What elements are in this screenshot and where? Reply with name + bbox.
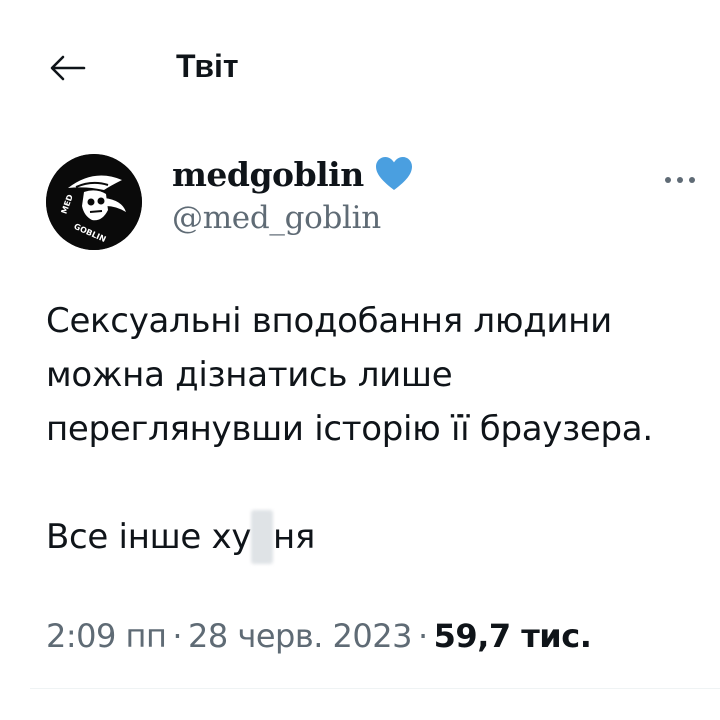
meta-separator: · [417, 617, 428, 655]
censored-letter: й [251, 510, 273, 564]
page-title: Твіт [176, 48, 239, 84]
tweet-paragraph-gap [46, 456, 706, 510]
avatar[interactable]: MED GOBLIN [46, 154, 142, 250]
tweet-date[interactable]: 28 черв. 2023 [188, 617, 412, 655]
heart-verified-icon[interactable] [374, 155, 414, 193]
author-handle[interactable]: @med_goblin [172, 200, 572, 236]
author-block: medgoblin @med_goblin [172, 152, 572, 236]
back-button[interactable] [40, 40, 96, 96]
tweet-views[interactable]: 59,7 тис. [434, 617, 592, 655]
tweet-line-1: Сексуальні вподобання людини [46, 301, 612, 341]
arrow-left-icon [50, 55, 86, 81]
divider [30, 688, 720, 689]
tweet-line-4: Все інше хуйня [46, 510, 706, 564]
author-name-row: medgoblin [172, 152, 572, 196]
more-horizontal-icon [665, 177, 695, 183]
tweet-line-4-prefix: Все інше ху [46, 517, 252, 557]
meta-separator: · [172, 617, 183, 655]
tweet-line-3: переглянувши історію її браузера. [46, 409, 653, 449]
tweet-time[interactable]: 2:09 пп [46, 617, 167, 655]
top-bar: Твіт [0, 0, 720, 130]
tweet-line-4-suffix: ня [273, 517, 316, 557]
author-display-name[interactable]: medgoblin [172, 155, 364, 194]
goblin-logo-icon: MED GOBLIN [46, 154, 142, 250]
more-options-button[interactable] [656, 162, 704, 198]
tweet-line-2: можна дізнатись лише [46, 355, 453, 395]
tweet-meta: 2:09 пп · 28 черв. 2023 · 59,7 тис. [46, 612, 706, 660]
tweet-text: Сексуальні вподобання людини можна дізна… [46, 294, 706, 564]
